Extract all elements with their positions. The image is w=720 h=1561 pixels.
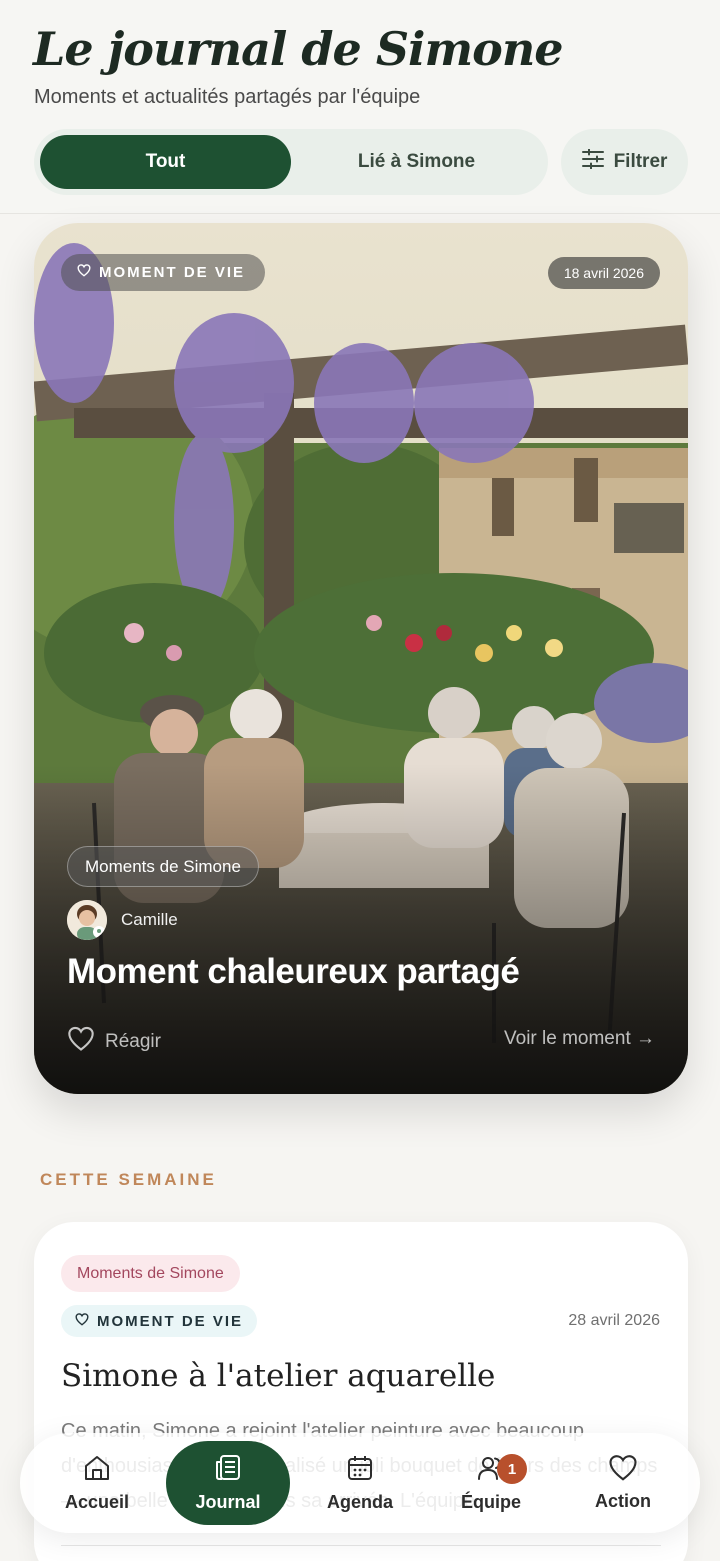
moment-type-label: MOMENT DE VIE <box>97 1312 244 1330</box>
nav-item-action[interactable]: Action <box>558 1433 688 1533</box>
page-subtitle: Moments et actualités partagés par l'équ… <box>34 86 421 108</box>
react-button[interactable]: Réagir <box>67 1026 161 1058</box>
avatar <box>67 900 107 940</box>
nav-label: Équipe <box>460 1492 521 1512</box>
divider <box>61 1545 661 1546</box>
newspaper-icon <box>213 1453 243 1488</box>
nav-item-team[interactable]: Équipe 1 <box>426 1433 556 1533</box>
heart-icon <box>67 1026 95 1058</box>
author-row: Camille <box>67 900 178 940</box>
nav-item-agenda[interactable]: Agenda <box>295 1433 425 1533</box>
sliders-icon <box>581 148 604 175</box>
moment-title: Moment chaleureux partagé <box>67 952 520 991</box>
calendar-icon <box>345 1453 375 1488</box>
filter-segmented-control: Tout Lié à Simone <box>34 129 548 195</box>
nav-label: Agenda <box>326 1492 393 1512</box>
nav-item-home[interactable]: Accueil <box>32 1433 162 1533</box>
view-moment-link[interactable]: Voir le moment → <box>504 1028 655 1050</box>
page-title: Le journal de Simone <box>33 22 564 76</box>
tab-related-to-simone[interactable]: Lié à Simone <box>291 135 542 189</box>
post-date: 28 avril 2026 <box>568 1312 660 1329</box>
moment-type-badge: MOMENT DE VIE <box>61 254 266 291</box>
heart-icon <box>608 1454 638 1487</box>
tab-all[interactable]: Tout <box>40 135 291 189</box>
heart-icon <box>77 264 91 281</box>
heart-icon <box>75 1312 89 1330</box>
bottom-navigation: Accueil Journal Agenda Équipe 1 Action <box>20 1433 700 1533</box>
filter-label: Filtrer <box>613 151 668 172</box>
featured-moment-card[interactable]: MOMENT DE VIE 18 avril 2026 Moments de S… <box>34 223 688 1094</box>
nav-label: Accueil <box>64 1492 130 1512</box>
nav-label: Journal <box>195 1492 261 1512</box>
filter-button[interactable]: Filtrer <box>561 129 688 195</box>
category-chip[interactable]: Moments de Simone <box>67 846 259 887</box>
notification-badge: 1 <box>497 1454 527 1484</box>
home-icon <box>82 1453 112 1488</box>
moment-type-badge: MOMENT DE VIE <box>61 1305 258 1337</box>
section-heading: CETTE SEMAINE <box>40 1170 217 1189</box>
react-label: Réagir <box>105 1031 161 1052</box>
nav-item-journal[interactable]: Journal <box>166 1441 290 1525</box>
post-title: Simone à l'atelier aquarelle <box>61 1358 496 1394</box>
author-name: Camille <box>121 910 178 929</box>
nav-label: Action <box>595 1491 651 1511</box>
moment-type-label: MOMENT DE VIE <box>99 264 246 281</box>
category-chip[interactable]: Moments de Simone <box>61 1255 240 1292</box>
moment-date: 18 avril 2026 <box>547 257 660 289</box>
header: Le journal de Simone Moments et actualit… <box>0 0 720 214</box>
